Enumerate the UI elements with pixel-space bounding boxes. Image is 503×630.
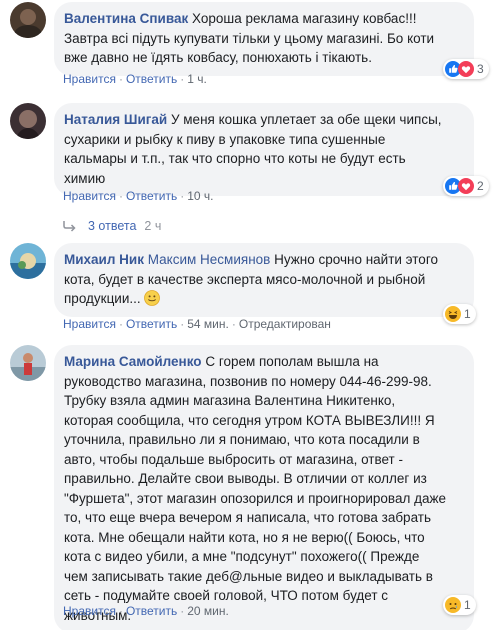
comment-author[interactable]: Марина Самойленко	[64, 354, 202, 369]
comment-author[interactable]: Михаил Ник	[64, 252, 144, 267]
comment-text: Хорошa реклама магазину ковбас!!!	[192, 11, 417, 26]
love-icon	[458, 61, 474, 77]
edited-label[interactable]: Отредактирован	[239, 317, 331, 331]
avatar[interactable]	[10, 103, 46, 139]
reply-button[interactable]: Ответить	[126, 189, 177, 203]
comment: Марина Самойленко С горем пополам вышла …	[10, 345, 495, 630]
replies-timestamp: 2 ч	[144, 219, 162, 233]
comment-text: чем записывать такие деб@льные видео и в…	[64, 568, 433, 584]
comment-text: уточнила, правильно ли я понимаю, что ко…	[64, 432, 420, 447]
comment-text: кота с видео убили, а мне "подсунут" пох…	[64, 549, 420, 564]
smile-emoji-icon	[144, 290, 161, 306]
sad-icon	[445, 597, 461, 613]
comment-text: Завтра всі підуть купувати тільки у цьом…	[64, 30, 435, 46]
comment-text: сеть - подумайте своей головой, ЧТО пото…	[64, 588, 389, 603]
comment-text: продукции...	[64, 291, 141, 306]
comment-bubble: Марина Самойленко С горем пополам вышла …	[54, 345, 474, 630]
comment-actions: Нравится · Ответить · 1 ч.	[63, 72, 207, 86]
reaction-summary[interactable]: 1	[443, 595, 476, 615]
reaction-count: 2	[477, 179, 484, 193]
comment-text: С горем пополам вышла на	[205, 354, 379, 369]
avatar[interactable]	[10, 2, 46, 38]
comment-text: которая сообщила, что сегодня утром КОТА…	[64, 412, 435, 428]
haha-icon	[445, 306, 461, 322]
reaction-count: 1	[464, 598, 471, 612]
comment-actions: Нравится · Ответить · 10 ч.	[63, 189, 214, 203]
comment-text: кальмары и т.п., так что спорно что коты…	[64, 151, 406, 166]
comment-text: руководство магазина, позвонив по номеру…	[64, 373, 432, 389]
like-button[interactable]: Нравится	[63, 189, 116, 203]
reply-button[interactable]: Ответить	[126, 317, 177, 331]
comment-actions: Нравится · Ответить · 20 мин.	[63, 604, 229, 618]
avatar[interactable]	[10, 345, 46, 381]
comment-text: вже давно не їдять ковбасу, понюхають і …	[64, 50, 372, 65]
reaction-summary[interactable]: 2	[443, 176, 489, 196]
comment-text: правильно. Делайте свои выводы. В отличи…	[64, 471, 427, 486]
comment-bubble: Наталия Шигай У меня кошка уплетает за о…	[54, 103, 474, 196]
like-button[interactable]: Нравится	[63, 604, 116, 618]
replies-count[interactable]: 3 ответа	[88, 219, 136, 233]
comment-timestamp[interactable]: 54 мин.	[187, 317, 229, 331]
comment-bubble: Михаил Ник Максим Несмиянов Нужно срочно…	[54, 243, 474, 317]
comment-text: сухарики и рыбку к пиву в упаковке типа …	[64, 131, 386, 147]
comment-text: кота. Мне обещали найти кота, но я не ве…	[64, 529, 425, 545]
like-button[interactable]: Нравится	[63, 317, 116, 331]
like-button[interactable]: Нравится	[63, 72, 116, 86]
avatar[interactable]	[10, 243, 46, 279]
reaction-summary[interactable]: 3	[443, 59, 489, 79]
comment-timestamp[interactable]: 20 мин.	[187, 604, 229, 618]
comment-text: Нужно срочно найти этого	[274, 252, 438, 267]
comment-timestamp[interactable]: 1 ч.	[187, 72, 207, 86]
comment-text: авто, чтобы подальше выбросить от магази…	[64, 451, 403, 467]
comment: Наталия Шигай У меня кошка уплетает за о…	[10, 103, 495, 213]
comment-text: Трубку взяла админ магазина Валентина Ни…	[64, 393, 396, 408]
comment-text: то, что еще вчера вечером я написала, чт…	[64, 510, 431, 525]
reaction-summary[interactable]: 1	[443, 304, 476, 324]
reply-button[interactable]: Ответить	[126, 604, 177, 618]
comment-author[interactable]: Наталия Шигай	[64, 112, 167, 127]
comment-timestamp[interactable]: 10 ч.	[187, 189, 213, 203]
comment-author[interactable]: Валентина Спивак	[64, 11, 188, 26]
comment: Михаил Ник Максим Несмиянов Нужно срочно…	[10, 243, 495, 333]
reaction-count: 3	[477, 62, 484, 76]
comment-text: У меня кошка уплетает за обе щеки чипсы,	[170, 112, 442, 127]
comment-text: "Фуршета", этот магазин опозорился и про…	[64, 490, 447, 506]
reply-button[interactable]: Ответить	[126, 72, 177, 86]
reaction-count: 1	[464, 307, 471, 321]
comment-text: кота, будет в качестве эксперта мясо-мол…	[64, 271, 426, 287]
comment-text: химию	[64, 170, 106, 186]
view-replies-link[interactable]: 3 ответа 2 ч	[62, 219, 161, 233]
comment: Валентина Спивак Хорошa реклама магазину…	[10, 2, 495, 90]
comment-actions: Нравится · Ответить · 54 мин. · Отредактирован	[63, 317, 331, 331]
mention-link[interactable]: Максим Несмиянов	[148, 252, 271, 267]
love-icon	[458, 178, 474, 194]
reply-arrow-icon	[63, 221, 76, 232]
comment-bubble: Валентина Спивак Хорошa реклама магазину…	[54, 2, 474, 76]
